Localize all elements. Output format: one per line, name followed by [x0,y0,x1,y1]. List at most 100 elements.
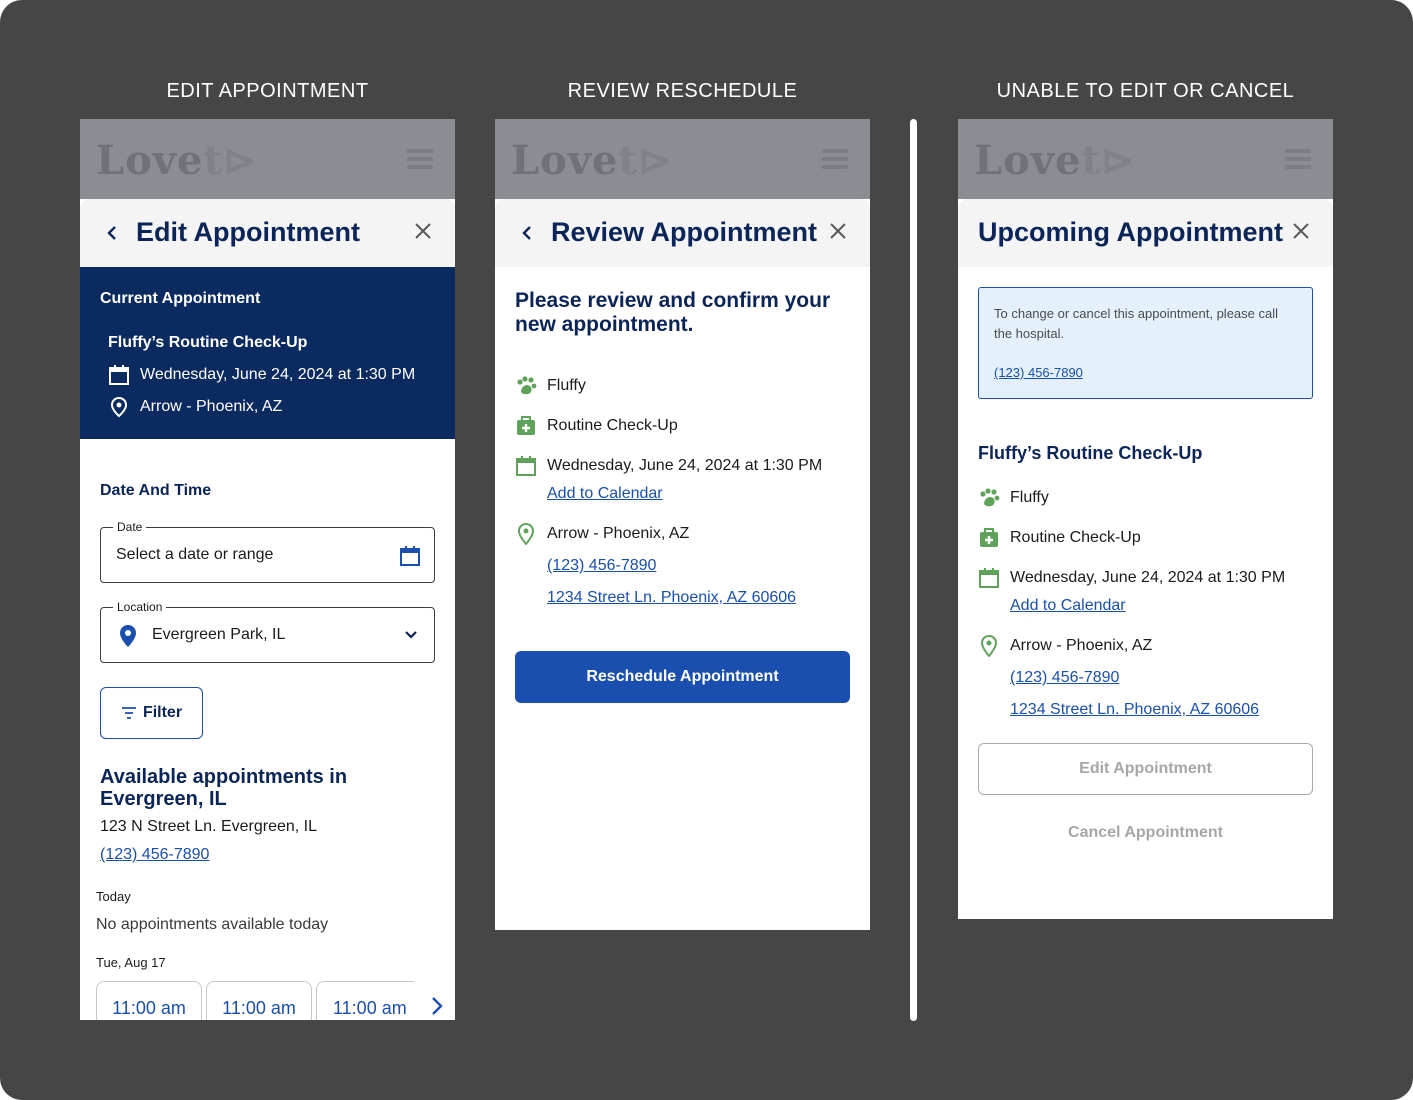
location-select[interactable]: Location Evergreen Park, IL [100,600,435,663]
edit-sheet: Edit Appointment Current Appointment Flu… [80,199,455,1020]
calendar-icon [516,456,536,476]
appointment-name: Fluffy’s Routine Check-Up [108,334,308,351]
clinic-phone-link[interactable]: (123) 456-7890 [100,846,209,864]
datetime-row: Wednesday, June 24, 2024 at 1:30 PM [515,455,822,477]
close-icon[interactable] [413,221,433,241]
service-name: Routine Check-Up [547,417,678,434]
add-to-calendar-link[interactable]: Add to Calendar [547,485,663,503]
pet-name: Fluffy [1010,489,1049,506]
review-appointment-screen: Lovet⊳ Review Appointment Please review … [495,119,870,930]
time-slot[interactable]: 11:00 am [206,981,312,1020]
appointment-name: Fluffy’s Routine Check-Up [978,443,1203,463]
section-divider [910,119,917,1021]
today-label: Today [96,889,131,904]
date-time-heading: Date And Time [100,482,212,499]
pet-name: Fluffy [547,377,586,394]
chevron-right-icon[interactable] [430,995,444,1017]
edit-appointment-button[interactable]: Edit Appointment [978,743,1313,795]
brand-bar: Lovet⊳ [958,119,1333,199]
canvas: EDIT APPOINTMENT REVIEW RESCHEDULE UNABL… [0,0,1413,1100]
date-field-label: Date [113,520,147,534]
menu-icon[interactable] [1285,149,1311,169]
column-title-edit: EDIT APPOINTMENT [166,80,369,102]
hospital-phone-link[interactable]: (123) 456-7890 [1010,669,1119,687]
location-pin-icon [120,625,136,647]
appointment-location-row: Arrow - Phoenix, AZ [108,396,282,418]
location-field-label: Location [113,600,167,614]
location-pin-icon [110,396,128,418]
review-heading: Please review and confirm your new appoi… [515,289,831,336]
time-slot[interactable]: 11:00 am [316,981,414,1020]
calendar-icon [109,365,129,385]
close-icon[interactable] [828,221,848,241]
calendar-icon [979,568,999,588]
service-row: Routine Check-Up [515,415,678,437]
filter-button[interactable]: Filter [100,687,203,739]
upcoming-appointment-screen: Lovet⊳ Upcoming Appointment To change or… [958,119,1333,919]
appointment-location: Arrow - Phoenix, AZ [547,525,690,542]
appointment-datetime: Wednesday, June 24, 2024 at 1:30 PM [1010,569,1286,586]
cancel-appointment-button[interactable]: Cancel Appointment [958,824,1333,842]
hospital-address-link[interactable]: 1234 Street Ln. Phoenix, AZ 60606 [1010,701,1259,719]
page-title: Review Appointment [551,217,818,247]
menu-icon[interactable] [407,149,433,169]
add-to-calendar-link[interactable]: Add to Calendar [1010,597,1126,615]
appointment-location: Arrow - Phoenix, AZ [1010,637,1153,654]
column-title-review: REVIEW RESCHEDULE [567,80,798,102]
back-icon[interactable] [104,223,120,243]
hospital-phone-link[interactable]: (123) 456-7890 [547,557,656,575]
service-row: Routine Check-Up [978,527,1141,549]
clinic-address: 123 N Street Ln. Evergreen, IL [100,818,318,835]
service-name: Routine Check-Up [1010,529,1141,546]
menu-icon[interactable] [822,149,848,169]
paw-icon [980,488,1000,507]
sheet-header: Review Appointment [495,199,870,267]
current-appointment-label: Current Appointment [100,290,261,307]
date-field-placeholder: Select a date or range [116,546,274,563]
reschedule-appointment-button[interactable]: Reschedule Appointment [515,651,850,703]
notice-phone-link[interactable]: (123) 456-7890 [994,365,1083,380]
filter-icon [121,707,136,719]
close-icon[interactable] [1291,221,1311,241]
location-row: Arrow - Phoenix, AZ [978,635,1152,657]
hospital-address-link[interactable]: 1234 Street Ln. Phoenix, AZ 60606 [547,589,796,607]
page-title: Edit Appointment [136,217,360,247]
call-hospital-notice: To change or cancel this appointment, pl… [978,287,1313,399]
brand-logo: Lovet⊳ [511,137,673,184]
upcoming-sheet: Upcoming Appointment To change or cancel… [958,199,1333,919]
calendar-picker-icon[interactable] [398,544,422,568]
page-title: Upcoming Appointment [978,217,1283,247]
brand-bar: Lovet⊳ [495,119,870,199]
column-title-unable: UNABLE TO EDIT OR CANCEL [996,80,1295,102]
location-field-value: Evergreen Park, IL [152,626,286,643]
medical-kit-icon [980,528,998,547]
datetime-row: Wednesday, June 24, 2024 at 1:30 PM [978,567,1285,589]
no-appointments-text: No appointments available today [96,916,329,933]
time-slot[interactable]: 11:00 am [96,981,202,1020]
appointment-datetime: Wednesday, June 24, 2024 at 1:30 PM [140,366,416,383]
location-pin-icon [517,523,535,545]
brand-logo: Lovet⊳ [974,137,1136,184]
filter-label: Filter [142,704,183,721]
notice-text: To change or cancel this appointment, pl… [994,306,1279,341]
sheet-header: Edit Appointment [80,199,455,267]
current-appointment-card: Current Appointment Fluffy’s Routine Che… [80,267,455,439]
location-pin-icon [980,635,998,657]
pet-row: Fluffy [978,487,1049,509]
brand-bar: Lovet⊳ [80,119,455,199]
edit-appointment-screen: Lovet⊳ Edit Appointment Current Appointm… [80,119,455,1020]
pet-row: Fluffy [515,375,586,397]
available-appointments-title: Available appointments in Evergreen, IL [100,766,348,810]
date-field[interactable]: Date Select a date or range [100,520,435,583]
appointment-location: Arrow - Phoenix, AZ [140,398,283,415]
brand-logo: Lovet⊳ [96,137,258,184]
location-row: Arrow - Phoenix, AZ [515,523,689,545]
back-icon[interactable] [519,223,535,243]
appointment-datetime: Wednesday, June 24, 2024 at 1:30 PM [547,457,823,474]
date-label: Tue, Aug 17 [96,955,166,970]
paw-icon [517,376,537,395]
sheet-header: Upcoming Appointment [958,199,1333,267]
chevron-down-icon [405,631,417,639]
appointment-datetime-row: Wednesday, June 24, 2024 at 1:30 PM [108,364,415,386]
medical-kit-icon [517,416,535,435]
